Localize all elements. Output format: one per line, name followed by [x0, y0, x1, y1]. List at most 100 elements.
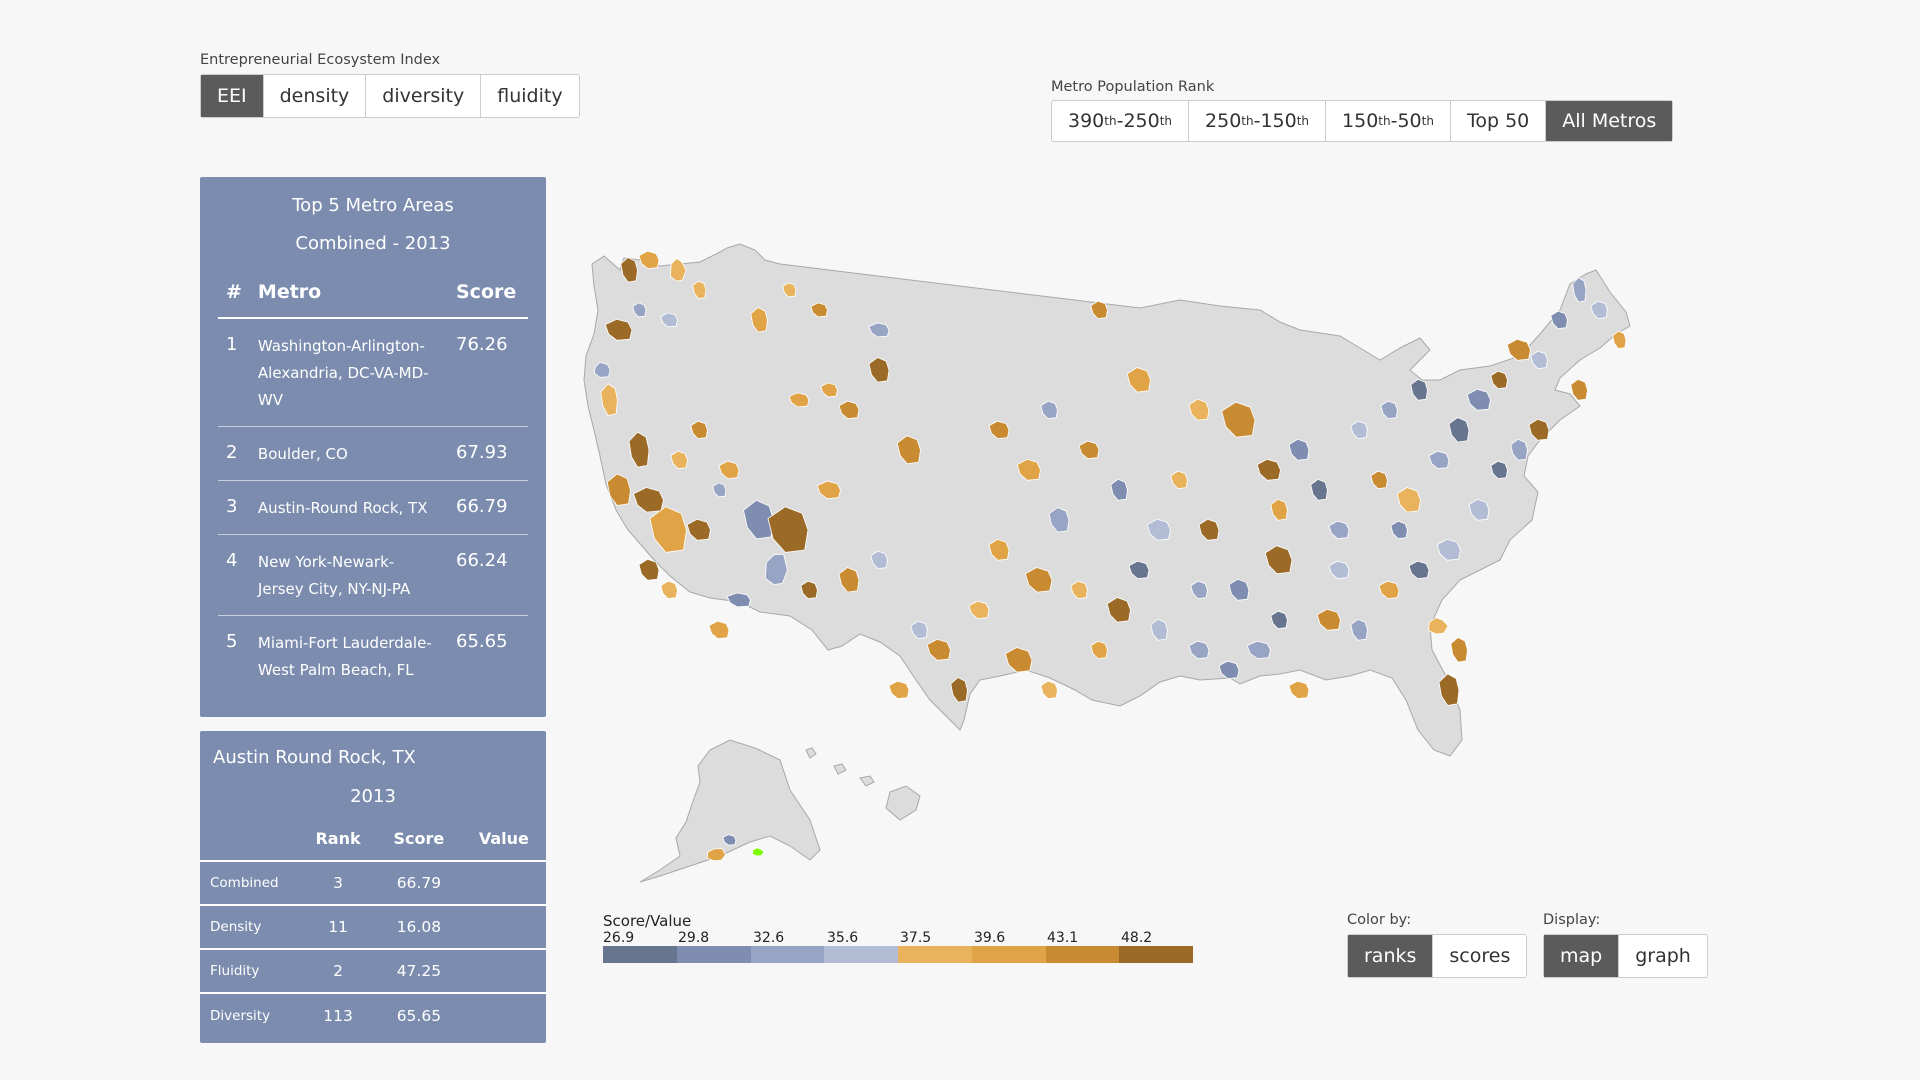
top5-title: Top 5 Metro Areas	[292, 195, 454, 216]
color-by-ranks-button[interactable]: ranks	[1348, 935, 1434, 977]
detail-row-score: 16.08	[376, 904, 462, 949]
display-map-button[interactable]: map	[1544, 935, 1620, 977]
metro-region[interactable]	[1570, 378, 1588, 401]
legend-tick: 39.6	[974, 930, 1006, 946]
display-caption: Display:	[1543, 912, 1601, 928]
rank-150-50-button[interactable]: 150th - 50th	[1326, 101, 1451, 141]
legend-ticks: 26.9 29.8 32.6 35.6 37.5 39.6 43.1 48.2	[603, 930, 1193, 946]
metro-name: Boulder, CO	[249, 426, 448, 481]
color-by-toggle: ranks scores	[1347, 934, 1528, 978]
detail-row-label: Fluidity	[200, 948, 300, 993]
us-land	[583, 243, 1631, 883]
hawaii-land	[805, 747, 921, 821]
detail-row-score: 65.65	[376, 992, 462, 1037]
metro-rank: 4	[218, 534, 250, 616]
legend-tick: 35.6	[827, 930, 859, 946]
table-row[interactable]: 1 Washington-Arlington-Alexandria, DC-VA…	[218, 318, 528, 427]
detail-header-blank	[200, 821, 300, 861]
metro-region[interactable]	[1040, 680, 1058, 700]
legend-swatch	[824, 946, 898, 963]
table-row[interactable]: 2 Boulder, CO 67.93	[218, 426, 528, 481]
table-row: Density 11 16.08	[200, 904, 546, 949]
metro-rank: 5	[226, 631, 238, 652]
detail-row-rank: 113	[300, 992, 377, 1037]
map-svg[interactable]	[580, 230, 1690, 890]
display-toggle: map graph	[1543, 934, 1708, 978]
legend-color-bar	[603, 946, 1193, 963]
detail-row-value	[461, 992, 546, 1037]
detail-row-score: 66.79	[376, 860, 462, 905]
metro-rank: 2	[218, 426, 250, 481]
table-row[interactable]: 5 Miami-Fort Lauderdale-West Palm Beach,…	[218, 616, 528, 697]
detail-row-value	[461, 904, 546, 949]
legend-swatch	[1119, 946, 1193, 963]
metro-region[interactable]	[888, 680, 910, 700]
metro-region[interactable]	[660, 580, 678, 600]
detail-year: 2013	[350, 786, 396, 807]
tab-eei[interactable]: EEI	[201, 75, 264, 117]
top5-subtitle: Combined - 2013	[295, 233, 451, 254]
tab-fluidity[interactable]: fluidity	[481, 75, 578, 117]
metro-region[interactable]	[669, 257, 687, 282]
metro-name: Miami-Fort Lauderdale-West Palm Beach, F…	[257, 634, 432, 679]
rank-top-50-button[interactable]: Top 50	[1451, 101, 1547, 141]
legend-swatch	[676, 946, 751, 963]
metro-region[interactable]	[708, 620, 730, 640]
display-graph-button[interactable]: graph	[1619, 935, 1707, 977]
table-row: Diversity 113 65.65	[200, 992, 546, 1037]
detail-row-rank: 3	[300, 860, 377, 905]
legend-tick: 43.1	[1047, 930, 1079, 946]
metro-region[interactable]	[751, 847, 765, 857]
detail-row-rank: 11	[300, 904, 377, 949]
legend-swatch	[898, 946, 972, 963]
metro-region[interactable]	[1288, 680, 1310, 700]
legend-tick: 26.9	[603, 930, 635, 946]
legend: Score/Value 26.9 29.8 32.6 35.6 37.5 39.…	[603, 912, 1193, 963]
table-row: Combined 3 66.79	[200, 860, 546, 905]
metro-region[interactable]	[1612, 330, 1627, 350]
index-tabs: EEI density diversity fluidity	[200, 74, 580, 118]
legend-swatch	[750, 946, 825, 963]
rank-all-metros-button[interactable]: All Metros	[1546, 101, 1673, 141]
population-rank-caption: Metro Population Rank	[1051, 79, 1215, 95]
top5-header-metro: Metro	[249, 271, 448, 319]
top5-table: # Metro Score 1 Washington-Arlington-Ale…	[218, 271, 528, 696]
detail-table: Rank Score Value Combined 3 66.79 Densit…	[200, 821, 546, 1037]
top5-header-score: Score	[448, 271, 528, 319]
legend-tick: 48.2	[1121, 930, 1153, 946]
tab-diversity[interactable]: diversity	[366, 75, 482, 117]
metro-region[interactable]	[1450, 637, 1468, 663]
rank-390-250-button[interactable]: 390th - 250th	[1052, 101, 1190, 141]
detail-row-score: 47.25	[376, 948, 462, 993]
top5-header-rank: #	[218, 271, 250, 319]
top5-panel: Top 5 Metro Areas Combined - 2013 # Metr…	[200, 177, 546, 717]
color-by-caption: Color by:	[1347, 912, 1412, 928]
tab-density[interactable]: density	[264, 75, 367, 117]
metro-region[interactable]	[1428, 617, 1449, 635]
rank-250-150-button[interactable]: 250th - 150th	[1189, 101, 1327, 141]
metro-score: 66.79	[448, 480, 528, 535]
legend-swatch	[603, 946, 677, 963]
detail-row-rank: 2	[300, 948, 377, 993]
metro-region[interactable]	[726, 592, 751, 608]
detail-row-label: Density	[200, 904, 300, 949]
color-by-scores-button[interactable]: scores	[1433, 935, 1526, 977]
legend-tick: 32.6	[753, 930, 785, 946]
index-caption: Entrepreneurial Ecosystem Index	[200, 52, 441, 68]
metro-region[interactable]	[638, 558, 660, 581]
metro-detail-panel: Austin Round Rock, TX 2013 Rank Score Va…	[200, 731, 546, 1043]
detail-row-label: Combined	[200, 860, 300, 905]
metro-region[interactable]	[1506, 338, 1531, 361]
legend-title: Score/Value	[603, 912, 692, 930]
table-row[interactable]: 4 New York-Newark-Jersey City, NY-NJ-PA …	[218, 534, 528, 616]
contiguous-us-land	[583, 243, 1631, 757]
metro-rank: 3	[218, 480, 250, 535]
table-row: Fluidity 2 47.25	[200, 948, 546, 993]
detail-header-rank: Rank	[315, 829, 361, 848]
detail-header-score: Score	[393, 829, 445, 848]
metro-score: 76.26	[448, 318, 528, 427]
table-row[interactable]: 3 Austin-Round Rock, TX 66.79	[218, 480, 528, 535]
us-metro-map[interactable]	[580, 230, 1690, 890]
alaska-land	[639, 739, 821, 883]
population-rank-tabs: 390th - 250th 250th - 150th 150th - 50th…	[1051, 100, 1674, 142]
